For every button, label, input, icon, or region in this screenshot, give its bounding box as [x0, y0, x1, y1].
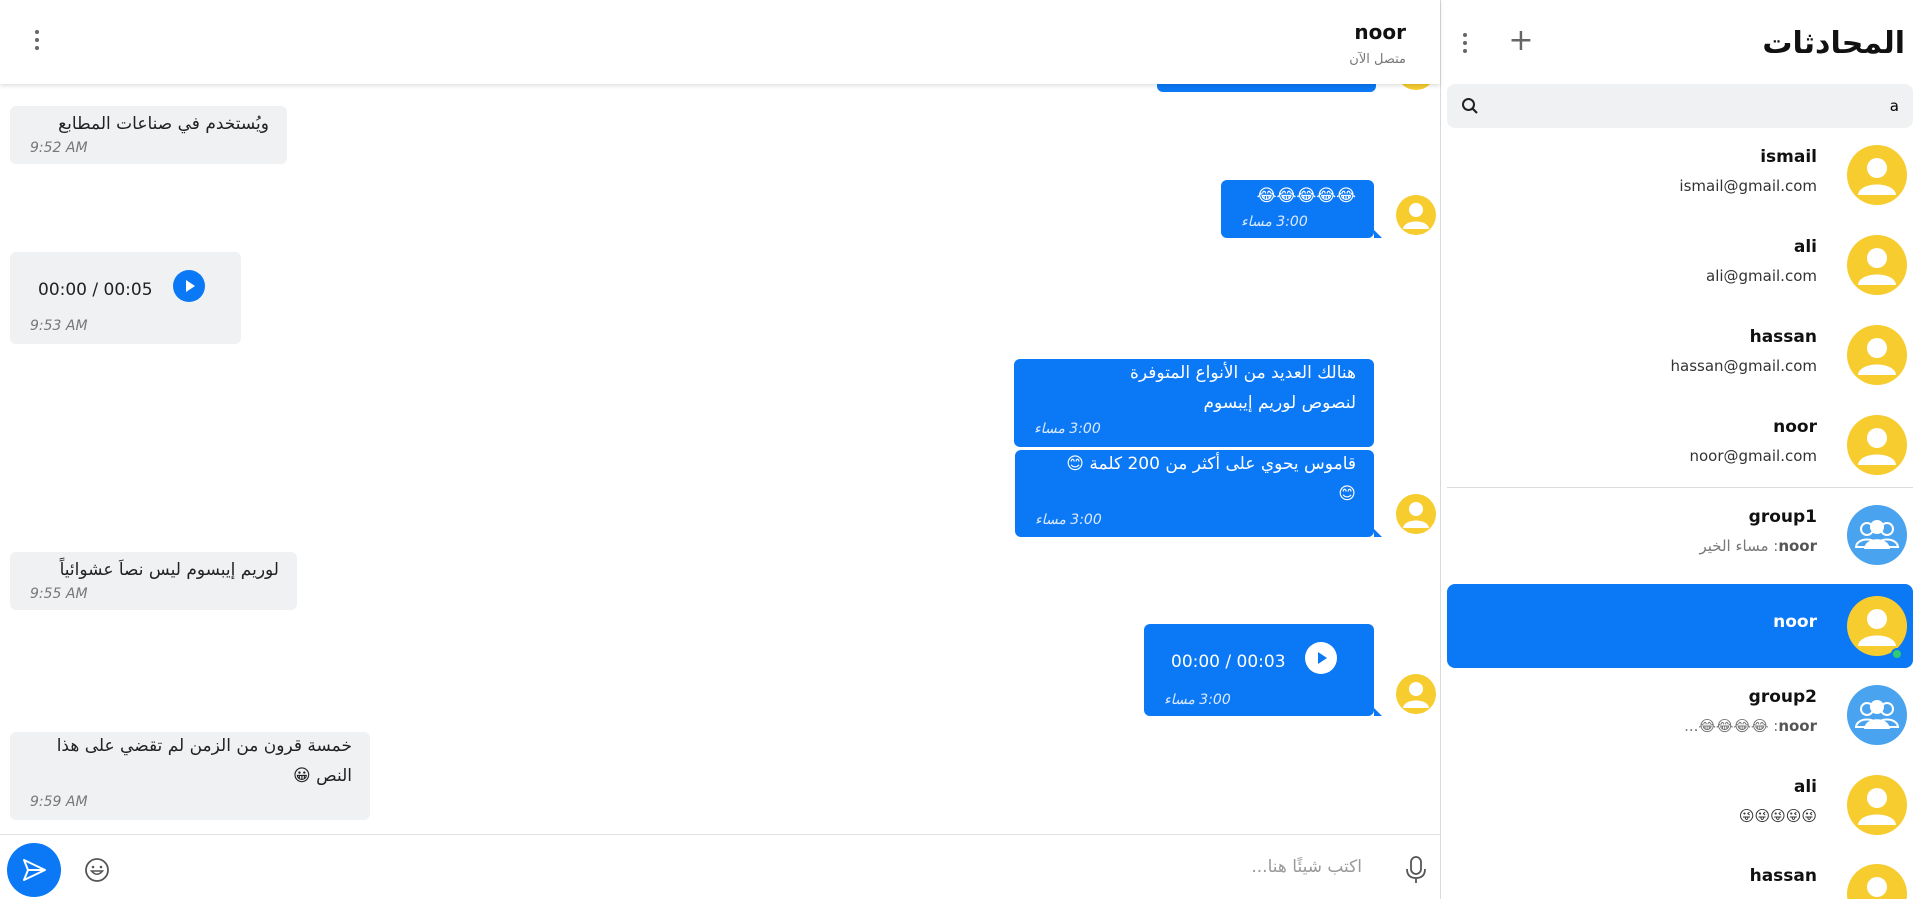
- contact-item[interactable]: hassan hassan@gmail.com: [1447, 313, 1913, 399]
- bubble-tail: [1374, 230, 1382, 238]
- list-divider: [1447, 487, 1913, 488]
- contact-name: hassan: [1749, 327, 1817, 347]
- contact-email: hassan@gmail.com: [1670, 357, 1818, 375]
- chat-name: ali: [1793, 777, 1817, 797]
- contact-email: ali@gmail.com: [1706, 267, 1817, 285]
- chat-item-group1[interactable]: group1 noor: مساء الخير: [1447, 493, 1913, 579]
- emoji-icon[interactable]: [84, 857, 110, 883]
- contact-item[interactable]: ali ali@gmail.com: [1447, 223, 1913, 309]
- audio-duration: 00:00 / 00:03: [1171, 652, 1286, 672]
- group-avatar-icon: [1847, 505, 1907, 565]
- chat-item-noor-active[interactable]: noor: [1447, 584, 1913, 668]
- chat-preview-text: مساء الخير: [1699, 537, 1769, 555]
- message-time: 3:00 مساء: [1241, 214, 1308, 230]
- send-button[interactable]: [7, 843, 61, 897]
- sidebar-title: المحادثات: [1762, 26, 1905, 61]
- chat-item-group2[interactable]: group2 noor: 😂😂😂😂...: [1447, 673, 1913, 759]
- avatar: [1396, 674, 1436, 714]
- play-icon: [186, 280, 195, 292]
- contact-name: ali: [1793, 237, 1817, 257]
- online-status-indicator: [1891, 648, 1903, 660]
- chat-name: group1: [1748, 507, 1817, 527]
- contact-email: noor@gmail.com: [1689, 447, 1818, 465]
- avatar: [1396, 195, 1436, 235]
- user-avatar-icon: [1847, 596, 1907, 656]
- user-avatar-icon: [1847, 864, 1907, 899]
- audio-message-incoming: 00:00 / 00:05 9:53 AM: [10, 252, 241, 344]
- message-bubble-outgoing: قاموس يحوي على أكثر من 200 كلمة 😊 😊 3:00…: [1015, 450, 1374, 537]
- chat-preview-sender: noor: [1778, 717, 1817, 735]
- audio-duration: 00:00 / 00:05: [38, 280, 153, 300]
- play-icon: [1318, 652, 1327, 664]
- message-time: 9:59 AM: [30, 794, 88, 810]
- conversations-sidebar: المحادثات + ismail ismail@gmail.com ali: [1441, 0, 1919, 899]
- message-bubble-incoming: خمسة قرون من الزمن لم تقضي على هذا النص …: [10, 732, 370, 820]
- chat-contact-name: noor: [1354, 20, 1406, 44]
- user-avatar-icon: [1847, 775, 1907, 835]
- chat-name: hassan: [1749, 866, 1817, 886]
- group-avatar-icon: [1847, 685, 1907, 745]
- kebab-menu-icon[interactable]: [33, 30, 41, 54]
- message-time: 9:53 AM: [30, 318, 88, 334]
- avatar: [1396, 494, 1436, 534]
- plus-icon[interactable]: +: [1507, 26, 1535, 56]
- contact-email: ismail@gmail.com: [1679, 177, 1817, 195]
- kebab-menu-icon[interactable]: [1461, 33, 1469, 57]
- search-icon[interactable]: [1461, 97, 1479, 115]
- chat-app: ويُستخدم في صناعات المطابع 9:52 AM 😂😂😂😂😂…: [0, 0, 1919, 899]
- microphone-icon[interactable]: [1404, 855, 1428, 885]
- message-text: ويُستخدم في صناعات المطابع: [58, 114, 269, 134]
- contact-item[interactable]: ismail ismail@gmail.com: [1447, 133, 1913, 219]
- message-bubble-incoming: لوريم إيبسوم ليس نصاَ عشوائياً 9:55 AM: [10, 552, 297, 610]
- message-input[interactable]: [130, 847, 1362, 887]
- message-bubble-outgoing: 😂😂😂😂😂 3:00 مساء: [1221, 180, 1374, 238]
- message-time: 3:00 مساء: [1164, 692, 1231, 708]
- chat-preview: noor: مساء الخير: [1699, 537, 1817, 555]
- message-time: 3:00 مساء: [1035, 512, 1102, 528]
- message-text: 😂😂😂😂😂: [1256, 186, 1356, 206]
- chat-contact-status: متصل الآن: [1349, 52, 1406, 67]
- send-icon: [23, 859, 46, 881]
- message-bubble-incoming: ويُستخدم في صناعات المطابع 9:52 AM: [10, 106, 287, 164]
- chat-name: group2: [1748, 687, 1817, 707]
- message-text-line: النص 😀: [293, 766, 352, 786]
- message-text-line: هنالك العديد من الأنواع المتوفرة: [1130, 363, 1356, 383]
- play-button[interactable]: [173, 270, 205, 302]
- chat-preview-text: 😂😂😂😂...: [1684, 717, 1769, 735]
- user-avatar-icon: [1847, 325, 1907, 385]
- bubble-tail: [1374, 708, 1382, 716]
- message-text-line: قاموس يحوي على أكثر من 200 كلمة 😊: [1066, 454, 1356, 474]
- user-avatar-icon: [1847, 415, 1907, 475]
- play-button[interactable]: [1305, 642, 1337, 674]
- message-time: 3:00 مساء: [1034, 421, 1101, 437]
- chat-item-ali[interactable]: ali 😜😜😜😜😜: [1447, 763, 1913, 849]
- audio-message-outgoing: 00:00 / 00:03 3:00 مساء: [1144, 624, 1374, 716]
- chat-name: noor: [1773, 612, 1817, 632]
- message-composer: [0, 834, 1440, 899]
- message-text-line: لنصوص لوريم إيبسوم: [1203, 393, 1356, 413]
- chat-preview: noor: 😂😂😂😂...: [1684, 717, 1817, 735]
- chat-item-hassan[interactable]: hassan: [1447, 852, 1913, 899]
- message-time: 9:52 AM: [30, 140, 88, 156]
- user-avatar-icon: [1847, 145, 1907, 205]
- messages-pane[interactable]: ويُستخدم في صناعات المطابع 9:52 AM 😂😂😂😂😂…: [0, 0, 1440, 834]
- message-time: 9:55 AM: [30, 586, 88, 602]
- contact-name: ismail: [1760, 147, 1817, 167]
- message-text: لوريم إيبسوم ليس نصاَ عشوائياً: [59, 560, 279, 580]
- user-avatar-icon: [1847, 235, 1907, 295]
- search-box: [1447, 84, 1913, 128]
- message-text-line: خمسة قرون من الزمن لم تقضي على هذا: [56, 736, 352, 756]
- search-input[interactable]: [1491, 84, 1901, 128]
- message-bubble-outgoing: هنالك العديد من الأنواع المتوفرة لنصوص ل…: [1014, 359, 1374, 447]
- chat-preview-sender: noor: [1778, 537, 1817, 555]
- chat-header: noor متصل الآن: [0, 0, 1440, 84]
- chat-preview-text: 😜😜😜😜😜: [1738, 807, 1817, 825]
- message-text-line: 😊: [1338, 484, 1356, 504]
- contact-name: noor: [1773, 417, 1817, 437]
- bubble-tail: [1374, 529, 1382, 537]
- contact-item[interactable]: noor noor@gmail.com: [1447, 403, 1913, 489]
